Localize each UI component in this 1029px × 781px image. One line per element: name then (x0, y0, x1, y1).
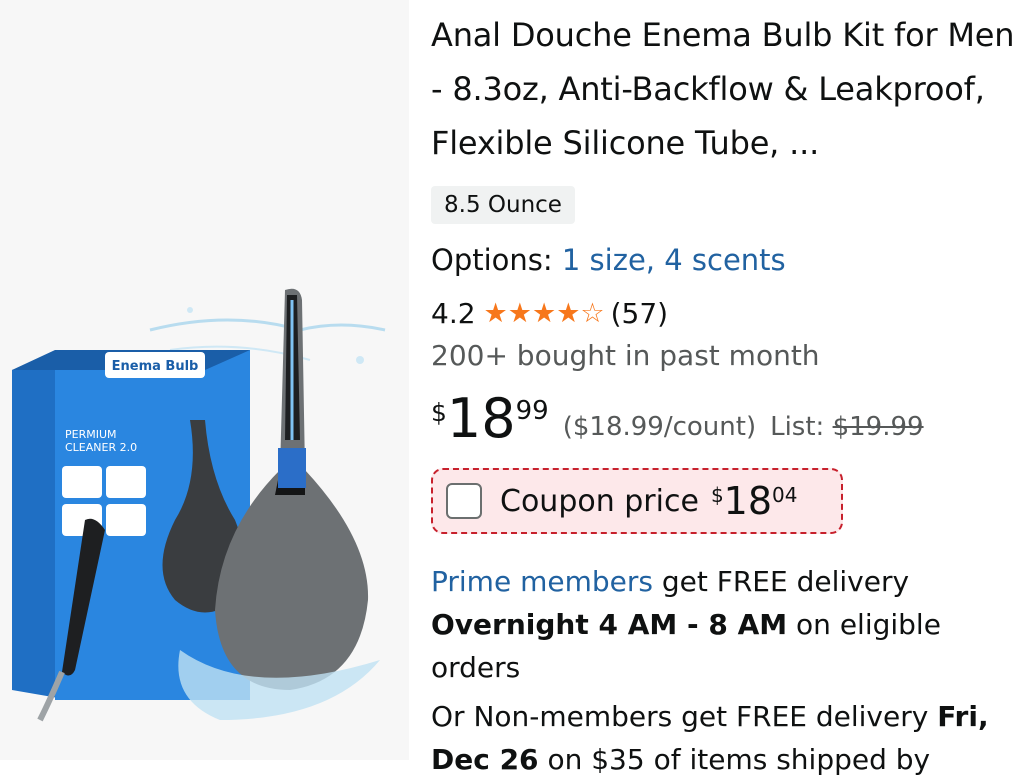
price-symbol: $ (431, 398, 447, 427)
coupon-fraction: 04 (772, 483, 798, 507)
options-label: Options: (431, 243, 553, 277)
coupon-box[interactable]: Coupon price $ 18 04 (431, 468, 843, 534)
star-icon: ★ (483, 297, 508, 329)
options-link[interactable]: 1 size, 4 scents (562, 243, 786, 277)
options-row: Options: 1 size, 4 scents (431, 240, 1021, 280)
coupon-whole: 18 (723, 479, 773, 523)
coupon-label: Coupon price (500, 483, 699, 519)
star-icon: ★ (556, 297, 581, 329)
rating-value: 4.2 (431, 296, 476, 330)
star-rating: ★ ★ ★ ★ ☆ (484, 300, 605, 327)
rating-count[interactable]: (57) (611, 297, 668, 330)
coupon-checkbox[interactable] (446, 483, 482, 519)
product-details: Anal Douche Enema Bulb Kit for Men - 8.3… (431, 8, 1021, 781)
rating-row[interactable]: 4.2 ★ ★ ★ ★ ☆ (57) (431, 294, 1021, 332)
star-icon: ★ (507, 297, 532, 329)
price-whole: 18 (446, 387, 516, 450)
product-title[interactable]: Anal Douche Enema Bulb Kit for Men - 8.3… (431, 8, 1021, 170)
list-label: List: (770, 412, 825, 442)
nonmember-text: Or Non-members get FREE delivery (431, 700, 938, 733)
star-empty-icon: ☆ (580, 297, 605, 329)
star-icon: ★ (531, 297, 557, 329)
list-price: $19.99 (832, 412, 924, 442)
box-brand-text: Enema Bulb (112, 359, 199, 374)
box-line-2: CLEANER 2.0 (65, 441, 137, 454)
bought-count: 200+ bought in past month (431, 339, 820, 372)
coupon-price: $ 18 04 (711, 481, 798, 521)
overnight-window: Overnight 4 AM - 8 AM (431, 608, 788, 641)
price: $ 18 99 (431, 392, 549, 446)
size-chip[interactable]: 8.5 Ounce (431, 186, 575, 224)
prime-members-link[interactable]: Prime members (431, 565, 653, 598)
unit-price: ($18.99/count) (562, 412, 757, 442)
box-line-1: PERMIUM (65, 428, 117, 441)
coupon-symbol: $ (710, 483, 724, 507)
nonmember-delivery: Or Non-members get FREE delivery Fri, De… (431, 695, 1021, 781)
product-photo: Enema Bulb PERMIUM CLEANER 2.0 (12, 288, 386, 722)
prime-text: get FREE delivery (652, 565, 910, 598)
price-fraction: 99 (515, 396, 549, 426)
price-row: $ 18 99 ($18.99/count) List: $19.99 (431, 384, 1021, 446)
list-price-row: List: $19.99 (770, 412, 923, 446)
product-image[interactable]: Enema Bulb PERMIUM CLEANER 2.0 (0, 0, 409, 760)
prime-delivery: Prime members get FREE delivery Overnigh… (431, 560, 1021, 689)
